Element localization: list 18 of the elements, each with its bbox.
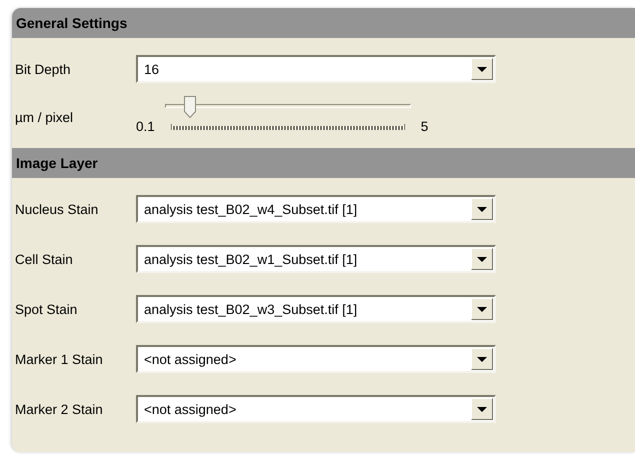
field-label: µm / pixel	[15, 109, 74, 125]
field-label: Nucleus Stain	[15, 202, 100, 216]
dropdown[interactable]: 16	[136, 55, 496, 83]
section-header: General Settings	[12, 8, 635, 38]
field-label: Marker 1 Stain	[15, 352, 104, 366]
field-label: Spot Stain	[15, 302, 78, 316]
field-label: Bit Depth	[15, 62, 72, 76]
slider-thumb[interactable]	[184, 96, 196, 118]
dropdown[interactable]: analysis test_B02_w3_Subset.tif [1]	[136, 295, 496, 323]
section-header: Image Layer	[12, 148, 635, 178]
dropdown[interactable]: analysis test_B02_w1_Subset.tif [1]	[136, 245, 496, 273]
dropdown[interactable]: analysis test_B02_w4_Subset.tif [1]	[136, 195, 496, 223]
field-label: Cell Stain	[15, 252, 74, 266]
dropdown[interactable]: <not assigned>	[136, 395, 496, 423]
slider-min-label: 0.1	[136, 118, 155, 134]
dropdown[interactable]: <not assigned>	[136, 345, 496, 373]
field-label: Marker 2 Stain	[15, 402, 104, 416]
slider-max-label: 5	[420, 118, 428, 134]
